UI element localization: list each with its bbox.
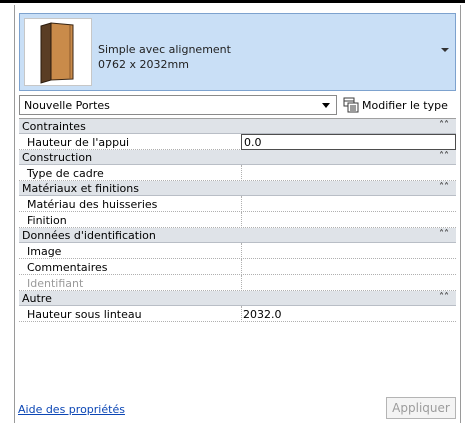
property-row-image[interactable]: Image	[19, 243, 456, 259]
property-row-frame-material[interactable]: Matériau des huisseries	[19, 196, 456, 212]
property-name: Hauteur de l'appui	[27, 136, 130, 149]
group-title: Autre	[22, 292, 52, 305]
chevron-down-icon[interactable]	[322, 103, 330, 108]
column-divider	[241, 259, 242, 275]
instance-filter-dropdown[interactable]: Nouvelle Portes	[19, 95, 337, 115]
property-name: Image	[27, 245, 62, 258]
property-name: Finition	[27, 214, 67, 227]
column-divider	[241, 212, 242, 228]
column-divider	[241, 196, 242, 212]
properties-help-link[interactable]: Aide des propriétés	[18, 403, 125, 416]
chevron-down-icon[interactable]	[441, 48, 449, 52]
column-divider	[241, 306, 242, 322]
property-name: Type de cadre	[27, 167, 104, 180]
property-row-comments[interactable]: Commentaires	[19, 259, 456, 275]
window-top-border	[0, 0, 465, 3]
type-selector[interactable]: Simple avec alignement 0762 x 2032mm	[19, 13, 456, 91]
type-name: Simple avec alignement 0762 x 2032mm	[98, 42, 231, 72]
family-name: Simple avec alignement	[98, 43, 231, 56]
sill-height-value: 0.0	[244, 136, 262, 149]
group-title: Contraintes	[22, 120, 86, 133]
edit-type-icon	[343, 97, 359, 113]
property-row-mark: Identifiant	[19, 275, 456, 291]
collapse-icon[interactable]: ˄˄	[439, 292, 449, 303]
property-name: Commentaires	[27, 261, 108, 274]
door-preview-icon	[24, 18, 92, 86]
collapse-icon[interactable]: ˄˄	[439, 120, 449, 131]
collapse-icon[interactable]: ˄˄	[439, 151, 449, 162]
edit-type-label: Modifier le type	[362, 98, 448, 112]
collapse-icon[interactable]: ˄˄	[439, 229, 449, 240]
property-row-finish[interactable]: Finition	[19, 212, 456, 228]
property-row-sill-height[interactable]: Hauteur de l'appui 0.0	[19, 134, 456, 150]
property-row-head-height[interactable]: Hauteur sous linteau 2032.0	[19, 306, 456, 322]
group-constraints[interactable]: Contraintes ˄˄	[19, 119, 456, 134]
property-name: Matériau des huisseries	[27, 198, 158, 211]
head-height-value[interactable]: 2032.0	[243, 308, 282, 321]
apply-button[interactable]: Appliquer	[386, 397, 456, 419]
properties-panel: Simple avec alignement 0762 x 2032mm Nou…	[14, 5, 461, 423]
group-title: Données d'identification	[22, 229, 156, 242]
instance-filter-row: Nouvelle Portes Modifier le type	[19, 95, 456, 115]
group-title: Construction	[22, 151, 93, 164]
column-divider	[241, 243, 242, 259]
property-name: Identifiant	[27, 277, 84, 290]
group-other[interactable]: Autre ˄˄	[19, 291, 456, 306]
sill-height-field[interactable]: 0.0	[241, 134, 456, 150]
properties-grid: Contraintes ˄˄ Hauteur de l'appui 0.0 Co…	[19, 118, 456, 322]
group-materials[interactable]: Matériaux et finitions ˄˄	[19, 181, 456, 196]
group-identity[interactable]: Données d'identification ˄˄	[19, 228, 456, 243]
column-divider	[241, 275, 242, 291]
instance-filter-value: Nouvelle Portes	[24, 99, 110, 112]
column-divider	[241, 165, 242, 181]
group-construction[interactable]: Construction ˄˄	[19, 150, 456, 165]
property-row-frame-type[interactable]: Type de cadre	[19, 165, 456, 181]
type-size: 0762 x 2032mm	[98, 58, 189, 71]
property-name: Hauteur sous linteau	[27, 308, 142, 321]
group-title: Matériaux et finitions	[22, 182, 139, 195]
edit-type-button[interactable]: Modifier le type	[343, 95, 448, 115]
collapse-icon[interactable]: ˄˄	[439, 182, 449, 193]
